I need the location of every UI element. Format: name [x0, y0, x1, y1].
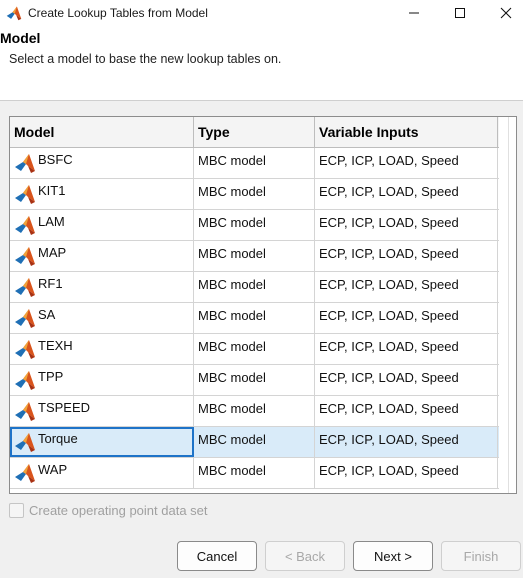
wizard-header: Model Select a model to base the new loo… [0, 25, 523, 101]
vertical-scrollbar[interactable] [508, 117, 516, 493]
page-title: Model [0, 30, 41, 46]
model-name: RF1 [38, 276, 63, 291]
model-name: SA [38, 307, 56, 322]
cell-model: MAP [10, 241, 194, 271]
table-body: BSFC MBC model ECP, ICP, LOAD, Speed KIT1 MB… [10, 148, 499, 489]
matlab-model-icon [14, 183, 36, 205]
cell-model: TSPEED [10, 396, 194, 426]
model-name: TPP [38, 369, 64, 384]
cell-model: SA [10, 303, 194, 333]
operating-point-checkbox[interactable] [9, 503, 24, 518]
cell-type: MBC model [194, 396, 315, 426]
cell-type: MBC model [194, 427, 315, 457]
cell-model: WAP [10, 458, 194, 488]
table-row[interactable]: BSFC MBC model ECP, ICP, LOAD, Speed [10, 148, 499, 179]
table-row[interactable]: SA MBC model ECP, ICP, LOAD, Speed [10, 303, 499, 334]
matlab-model-icon [14, 462, 36, 484]
table-row[interactable]: LAM MBC model ECP, ICP, LOAD, Speed [10, 210, 499, 241]
model-name: TSPEED [38, 400, 91, 415]
matlab-logo-icon [6, 5, 22, 21]
column-header-type[interactable]: Type [194, 117, 315, 148]
cell-variable-inputs: ECP, ICP, LOAD, Speed [315, 396, 498, 426]
matlab-model-icon [14, 431, 36, 453]
cell-type: MBC model [194, 458, 315, 488]
close-button[interactable] [483, 0, 523, 25]
matlab-model-icon [14, 307, 36, 329]
cell-type: MBC model [194, 179, 315, 209]
cell-variable-inputs: ECP, ICP, LOAD, Speed [315, 241, 498, 271]
table-row[interactable]: RF1 MBC model ECP, ICP, LOAD, Speed [10, 272, 499, 303]
matlab-model-icon [14, 400, 36, 422]
matlab-model-icon [14, 214, 36, 236]
back-button[interactable]: < Back [265, 541, 345, 571]
cell-variable-inputs: ECP, ICP, LOAD, Speed [315, 148, 498, 178]
cell-variable-inputs: ECP, ICP, LOAD, Speed [315, 179, 498, 209]
operating-point-option: Create operating point data set [9, 503, 208, 518]
cell-model: LAM [10, 210, 194, 240]
page-subtitle: Select a model to base the new lookup ta… [9, 52, 282, 66]
cell-model: RF1 [10, 272, 194, 302]
table-row[interactable]: TEXH MBC model ECP, ICP, LOAD, Speed [10, 334, 499, 365]
table-header: Model Type Variable Inputs [10, 117, 499, 148]
table-row[interactable]: MAP MBC model ECP, ICP, LOAD, Speed [10, 241, 499, 272]
column-header-variable-inputs[interactable]: Variable Inputs [315, 117, 498, 148]
cell-model: TEXH [10, 334, 194, 364]
matlab-model-icon [14, 338, 36, 360]
model-name: BSFC [38, 152, 73, 167]
operating-point-label: Create operating point data set [29, 503, 208, 518]
model-table[interactable]: Model Type Variable Inputs BSFC MBC model… [9, 116, 517, 494]
cell-variable-inputs: ECP, ICP, LOAD, Speed [315, 210, 498, 240]
matlab-model-icon [14, 245, 36, 267]
model-name: WAP [38, 462, 68, 477]
cell-variable-inputs: ECP, ICP, LOAD, Speed [315, 365, 498, 395]
minimize-button[interactable] [391, 0, 437, 25]
cell-type: MBC model [194, 272, 315, 302]
title-bar: Create Lookup Tables from Model [0, 0, 523, 25]
maximize-button[interactable] [437, 0, 483, 25]
table-row[interactable]: WAP MBC model ECP, ICP, LOAD, Speed [10, 458, 499, 489]
cell-type: MBC model [194, 241, 315, 271]
cell-model: TPP [10, 365, 194, 395]
table-row[interactable]: TSPEED MBC model ECP, ICP, LOAD, Speed [10, 396, 499, 427]
cell-variable-inputs: ECP, ICP, LOAD, Speed [315, 334, 498, 364]
matlab-model-icon [14, 369, 36, 391]
cell-type: MBC model [194, 303, 315, 333]
cell-type: MBC model [194, 365, 315, 395]
next-button[interactable]: Next > [353, 541, 433, 571]
column-header-model[interactable]: Model [10, 117, 194, 148]
cell-variable-inputs: ECP, ICP, LOAD, Speed [315, 427, 498, 457]
cancel-button[interactable]: Cancel [177, 541, 257, 571]
table-row[interactable]: TPP MBC model ECP, ICP, LOAD, Speed [10, 365, 499, 396]
cell-type: MBC model [194, 210, 315, 240]
matlab-model-icon [14, 152, 36, 174]
finish-button[interactable]: Finish [441, 541, 521, 571]
cell-type: MBC model [194, 334, 315, 364]
model-name: LAM [38, 214, 65, 229]
cell-model: BSFC [10, 148, 194, 178]
cell-model: Torque [10, 427, 194, 457]
model-name: KIT1 [38, 183, 66, 198]
model-name: TEXH [38, 338, 73, 353]
table-row[interactable]: KIT1 MBC model ECP, ICP, LOAD, Speed [10, 179, 499, 210]
table-row[interactable]: Torque MBC model ECP, ICP, LOAD, Speed [10, 427, 499, 458]
cell-variable-inputs: ECP, ICP, LOAD, Speed [315, 458, 498, 488]
matlab-model-icon [14, 276, 36, 298]
cell-model: KIT1 [10, 179, 194, 209]
window-title: Create Lookup Tables from Model [28, 5, 208, 20]
model-name: MAP [38, 245, 67, 260]
cell-variable-inputs: ECP, ICP, LOAD, Speed [315, 303, 498, 333]
model-name: Torque [38, 431, 78, 446]
cell-type: MBC model [194, 148, 315, 178]
cell-variable-inputs: ECP, ICP, LOAD, Speed [315, 272, 498, 302]
